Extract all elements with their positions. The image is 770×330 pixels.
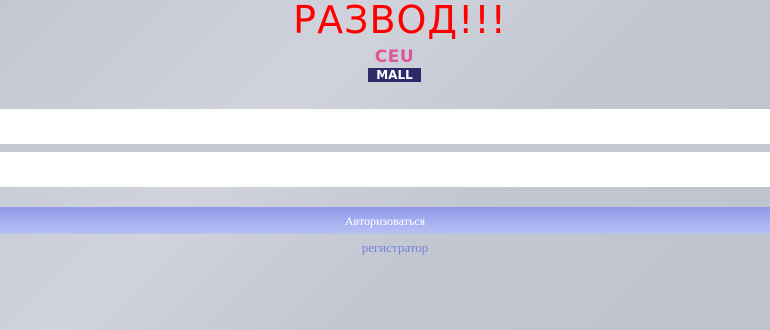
logo-bottom-text: MALL	[368, 68, 421, 82]
authorize-button[interactable]: Авторизоваться	[0, 207, 770, 234]
warning-title: РАЗВОД!!!	[293, 0, 507, 42]
login-field[interactable]	[0, 109, 770, 144]
register-link[interactable]: регистратор	[0, 240, 770, 256]
ceu-mall-logo: CEU MALL	[368, 49, 421, 82]
logo-top-text: CEU	[374, 47, 415, 67]
field-separator	[0, 144, 770, 152]
password-field[interactable]	[0, 152, 770, 187]
